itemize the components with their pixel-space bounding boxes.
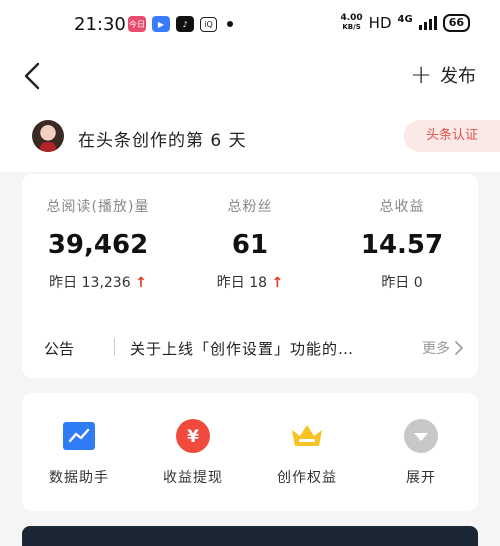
notice-label: 公告 (44, 340, 75, 358)
status-bar: 21:30 今日 ▶ ♪ iQ 4.00 KB/S HD 4G 66 (0, 0, 500, 50)
net-speed: 4.00 KB/S (340, 14, 362, 32)
tool-label: 收益提现 (163, 470, 223, 486)
tool-withdraw[interactable]: ¥ 收益提现 (136, 419, 250, 487)
stat-reads[interactable]: 总阅读(播放)量 39,462 昨日 13,236 ↑ (22, 196, 174, 292)
notice-bar[interactable]: 公告 关于上线「创作设置」功能的… 更多 (44, 334, 464, 358)
status-time: 21:30 (74, 14, 126, 35)
publish-button[interactable]: + 发布 (410, 62, 476, 88)
app-icon-2: ▶ (152, 16, 170, 32)
net-speed-unit: KB/S (342, 23, 361, 31)
tool-label: 展开 (406, 470, 436, 486)
back-arrow-icon (24, 62, 40, 90)
nav-bar: + 发布 (0, 52, 500, 100)
tool-data-assistant[interactable]: 数据助手 (22, 419, 136, 487)
yesterday-value: 18 (249, 275, 268, 291)
yesterday-value: 0 (413, 275, 423, 291)
stat-value: 39,462 (47, 230, 149, 260)
chevron-right-icon (455, 341, 464, 355)
stat-value: 14.57 (360, 230, 444, 260)
notice-text[interactable]: 关于上线「创作设置」功能的… (130, 338, 400, 359)
expand-icon (404, 419, 438, 453)
net-speed-value: 4.00 (340, 13, 363, 23)
tiktok-icon: ♪ (176, 16, 194, 32)
tool-label: 数据助手 (49, 470, 109, 486)
creator-row: 在头条创作的第 6 天 头条认证 (0, 110, 500, 164)
tools-card: 数据助手 ¥ 收益提现 创作权益 展开 (22, 393, 478, 511)
notification-dot-icon (227, 21, 233, 27)
stat-value: 61 (231, 230, 269, 260)
crown-icon (290, 419, 324, 453)
stat-yesterday: 昨日 18 ↑ (174, 272, 326, 292)
up-arrow-icon: ↑ (271, 275, 284, 291)
chart-icon (62, 419, 96, 453)
yesterday-label: 昨日 (381, 275, 410, 291)
stat-yesterday: 昨日 13,236 ↑ (22, 272, 174, 292)
status-app-icons: 今日 ▶ ♪ iQ (128, 16, 233, 32)
signal-icon (418, 16, 437, 30)
stat-fans[interactable]: 总粉丝 61 昨日 18 ↑ (174, 196, 326, 292)
yuan-icon: ¥ (176, 419, 210, 453)
tool-creator-rights[interactable]: 创作权益 (250, 419, 364, 487)
stat-yesterday: 昨日 0 (326, 272, 478, 292)
back-button[interactable] (18, 58, 48, 94)
stat-label: 总阅读(播放)量 (46, 199, 150, 215)
creator-days-text: 在头条创作的第 6 天 (78, 131, 247, 151)
yesterday-value: 13,236 (81, 275, 131, 291)
banner-image[interactable] (22, 526, 478, 546)
plus-icon: + (410, 60, 432, 90)
more-link[interactable]: 更多 (422, 338, 464, 358)
yesterday-label: 昨日 (49, 275, 78, 291)
yesterday-label: 昨日 (216, 275, 245, 291)
stat-income[interactable]: 总收益 14.57 昨日 0 (326, 196, 478, 292)
more-label: 更多 (422, 341, 450, 357)
avatar[interactable] (32, 120, 64, 152)
svg-text:¥: ¥ (187, 427, 199, 447)
publish-label: 发布 (440, 66, 476, 87)
stat-label: 总粉丝 (227, 199, 273, 215)
tool-label: 创作权益 (277, 470, 337, 486)
hd-indicator: HD (368, 14, 392, 32)
stat-label: 总收益 (379, 199, 425, 215)
app-icon-1: 今日 (128, 16, 146, 32)
battery-icon: 66 (442, 14, 470, 32)
cert-button[interactable]: 头条认证 (404, 120, 500, 152)
status-right: 4.00 KB/S HD 4G 66 (340, 14, 470, 32)
tool-expand[interactable]: 展开 (364, 419, 478, 487)
network-type: 4G (397, 14, 413, 25)
iqiyi-icon: iQ (200, 16, 217, 32)
notice-divider (114, 338, 115, 356)
up-arrow-icon: ↑ (135, 275, 147, 291)
stats-card: 总阅读(播放)量 39,462 昨日 13,236 ↑ 总粉丝 61 昨日 18… (22, 174, 478, 378)
